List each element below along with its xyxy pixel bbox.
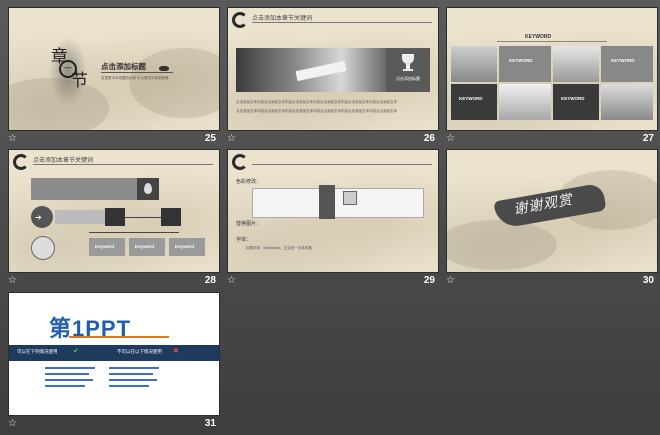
keyword-box: KEYWORD (499, 46, 551, 82)
award-label: 点击添加标题 (396, 76, 420, 81)
slide-preview: 谢谢观赏 (446, 149, 658, 273)
header-line (252, 164, 432, 165)
connector-line (89, 232, 179, 233)
slide-subtitle: 这里是字体设置的示例 可以修改字体颜色等 (101, 76, 169, 80)
star-icon[interactable]: ☆ (8, 133, 17, 145)
slide-preview: 第1PPT 可以在下列情况使用 ✔ 不可以在以下情况使用 ✖ (8, 292, 220, 416)
slide-number: 30 (642, 275, 654, 286)
panel-right-title: 不可以在以下情况使用 (117, 349, 162, 354)
slide-preview: 章 一 节 点击添加标题 这里是字体设置的示例 可以修改字体颜色等 (8, 7, 220, 131)
body-text: 点击添加文本内容点击添加文本内容点击添加文本内容点击添加文本内容点击添加文本内容… (236, 109, 397, 113)
business-photo (499, 84, 551, 120)
cloud-icon (159, 66, 169, 71)
arrow-circle (31, 236, 55, 260)
connector-line (125, 217, 161, 218)
header-circle-icon (232, 154, 248, 170)
header-circle-icon (232, 12, 248, 28)
keyword-label: KEYWORD (509, 58, 533, 63)
keyword-box: Keyword (169, 238, 205, 256)
chapter-char: 节 (71, 71, 88, 91)
selected-swatch (319, 185, 335, 219)
link-line (45, 373, 89, 375)
info-bar: 可以在下列情况使用 ✔ 不可以在以下情况使用 ✖ (9, 345, 219, 361)
slide-preview: 点击添加本章节关键词 点击添加标题 点击添加文本内容点击添加文本内容点击添加文本… (227, 7, 439, 131)
check-icon: ✔ (73, 348, 79, 355)
book-icon-box (161, 208, 181, 226)
bullet-text: 替换图片： (236, 221, 262, 227)
trophy-icon (402, 54, 414, 64)
header-line (33, 164, 213, 165)
keyword-label: Keyword (135, 244, 155, 249)
link-line (45, 367, 95, 369)
link-line (109, 367, 159, 369)
color-picker-screenshot (252, 185, 424, 219)
star-icon[interactable]: ☆ (8, 418, 17, 430)
keyword-box: KEYWORD (451, 84, 497, 120)
keyword-label: KEYWORD (459, 96, 483, 101)
header-line (252, 22, 432, 23)
swatch (343, 191, 357, 205)
body-text: 点击添加文本内容点击添加文本内容点击添加文本内容点击添加文本内容点击添加文本内容… (236, 100, 397, 104)
star-icon[interactable]: ☆ (227, 133, 236, 145)
keyword-box: KEYWORD (553, 84, 599, 120)
keyword-label: KEYWORD (611, 58, 635, 63)
arrow-right-icon: ➔ (35, 213, 42, 222)
business-photo (601, 84, 653, 120)
star-icon[interactable]: ☆ (446, 275, 455, 287)
slide-preview: 点击添加本章节关键词 ➔ Keyword Keyword Keyword (8, 149, 220, 273)
star-icon[interactable]: ☆ (227, 275, 236, 287)
slide-title: 点击添加本章节关键词 (33, 158, 94, 164)
link-line (109, 385, 149, 387)
slide-number: 26 (423, 133, 435, 144)
drop-icon (144, 183, 152, 194)
cross-icon: ✖ (173, 348, 179, 355)
monitor-icon-box (105, 208, 125, 226)
keyword-label: Keyword (175, 244, 195, 249)
keyword-box: Keyword (129, 238, 165, 256)
panel-left-title: 可以在下列情况使用 (17, 349, 58, 354)
slide-title: 点击添加标题 (101, 62, 146, 71)
keyword-box: KEYWORD (601, 46, 653, 82)
handwriting-photo (236, 48, 386, 92)
header-circle-icon (13, 154, 29, 170)
keyword-label: KEYWORD (525, 34, 552, 40)
bullet-text: 字体： (236, 237, 252, 243)
slide-number: 31 (204, 418, 216, 429)
font-line: 标题字体：Montserrat，正文统一字体风格 (246, 246, 312, 250)
business-photo (451, 46, 497, 82)
title-underline (101, 72, 173, 73)
slide-number: 29 (423, 275, 435, 286)
logo: 第1PPT (49, 316, 132, 341)
text-bar (55, 210, 105, 224)
link-line (45, 379, 93, 381)
slide-preview: KEYWORD KEYWORD KEYWORD KEYWORD KEYWORD (446, 7, 658, 131)
keyword-label: Keyword (95, 244, 115, 249)
logo-underline (69, 336, 169, 338)
slide-preview: 色彩修改： 替换图片： 字体： 标题字体：Montserrat，正文统一字体风格 (227, 149, 439, 273)
drop-icon-box (137, 178, 159, 200)
slide-title: 点击添加本章节关键词 (252, 16, 313, 22)
divider (497, 41, 607, 42)
star-icon[interactable]: ☆ (446, 133, 455, 145)
keyword-label: KEYWORD (561, 96, 585, 101)
star-icon[interactable]: ☆ (8, 275, 17, 287)
link-line (45, 385, 85, 387)
slide-number: 28 (204, 275, 216, 286)
link-line (109, 379, 157, 381)
link-line (109, 373, 153, 375)
slide-number: 25 (204, 133, 216, 144)
business-photo (553, 46, 599, 82)
keyword-box: Keyword (89, 238, 125, 256)
slide-number: 27 (642, 133, 654, 144)
bullet-text: 色彩修改： (236, 179, 262, 185)
award-box: 点击添加标题 (386, 48, 430, 92)
